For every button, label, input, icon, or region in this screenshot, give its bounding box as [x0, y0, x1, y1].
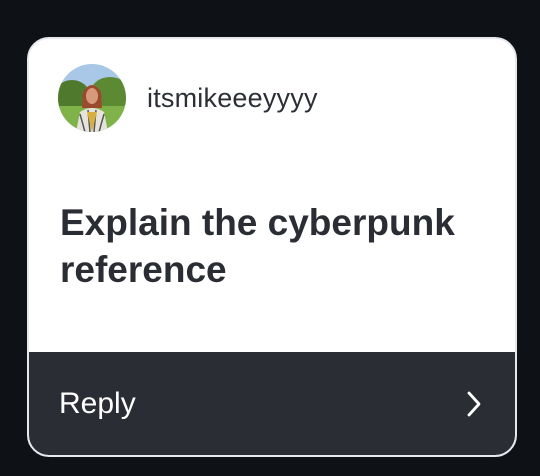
avatar-image	[58, 64, 126, 132]
reply-button[interactable]: Reply	[29, 352, 515, 455]
question-content: itsmikeeeyyyy Explain the cyberpunk refe…	[29, 39, 515, 352]
chevron-right-icon	[467, 391, 481, 416]
question-card: itsmikeeeyyyy Explain the cyberpunk refe…	[27, 37, 517, 457]
author-row[interactable]: itsmikeeeyyyy	[58, 64, 318, 132]
avatar[interactable]	[58, 64, 126, 132]
question-text: Explain the cyberpunk reference	[60, 202, 455, 290]
username[interactable]: itsmikeeeyyyy	[147, 83, 318, 114]
page-background: itsmikeeeyyyy Explain the cyberpunk refe…	[0, 0, 540, 476]
reply-label: Reply	[59, 386, 136, 420]
